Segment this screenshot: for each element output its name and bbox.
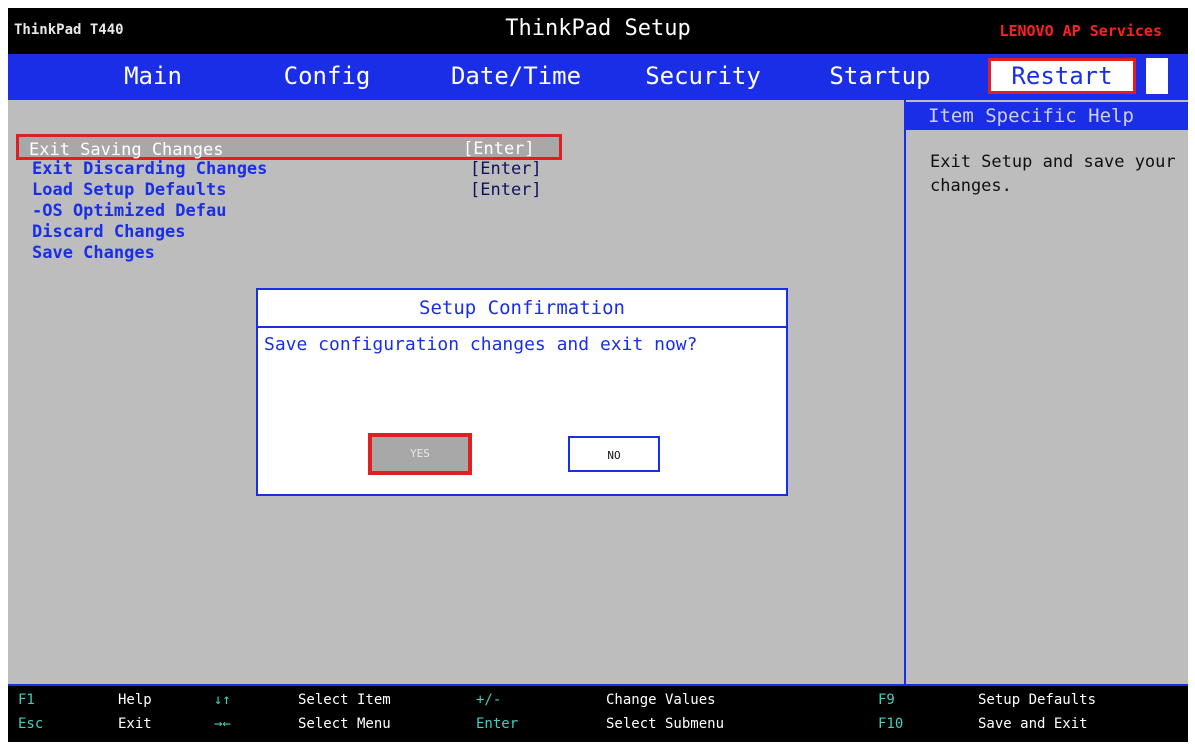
key-esc-desc: Exit	[118, 716, 152, 732]
menu-item-os-optimized-defaults[interactable]: -OS Optimized Defau	[32, 200, 562, 222]
tab-restart[interactable]: Restart	[988, 58, 1136, 94]
menu-item-label: -OS Optimized Defau	[32, 201, 227, 221]
bios-window: ThinkPad T440 ThinkPad Setup LENOVO AP S…	[8, 8, 1188, 742]
menu-item-label: Exit Saving Changes	[29, 140, 224, 160]
main-panel: Exit Saving Changes [Enter] Exit Discard…	[8, 100, 904, 684]
menu-bar: Main Config Date/Time Security Startup R…	[8, 54, 1188, 100]
tab-startup[interactable]: Startup	[820, 58, 940, 94]
menu-item-label: Load Setup Defaults	[32, 180, 227, 200]
menu-item-value: [Enter]	[470, 159, 542, 179]
key-f9-desc: Setup Defaults	[978, 692, 1097, 708]
key-left-right: →←	[214, 716, 231, 732]
tab-date-time[interactable]: Date/Time	[436, 58, 596, 94]
help-text: Exit Setup and save your changes.	[930, 152, 1176, 196]
menu-bar-spacer	[1146, 58, 1168, 94]
menu-item-value: [Enter]	[470, 180, 542, 200]
key-f1: F1	[18, 692, 35, 708]
menu-item-label: Exit Discarding Changes	[32, 159, 268, 179]
key-legend: F1 Help ↓↑ Select Item +/- Change Values…	[8, 684, 1188, 742]
dialog-title: Setup Confirmation	[258, 290, 786, 328]
menu-item-exit-saving-changes[interactable]: Exit Saving Changes [Enter]	[16, 134, 562, 160]
tab-main[interactable]: Main	[108, 58, 198, 94]
key-enter: Enter	[476, 716, 519, 732]
item-help-panel: Item Specific Help Exit Setup and save y…	[904, 100, 1188, 684]
key-up-down: ↓↑	[214, 692, 231, 708]
menu-item-load-setup-defaults[interactable]: Load Setup Defaults [Enter]	[32, 179, 562, 201]
tab-config[interactable]: Config	[272, 58, 382, 94]
key-left-right-desc: Select Menu	[298, 716, 391, 732]
key-plus-minus: +/-	[476, 692, 502, 708]
tab-security[interactable]: Security	[628, 58, 778, 94]
setup-confirmation-dialog: Setup Confirmation Save configuration ch…	[256, 288, 788, 496]
help-header: Item Specific Help	[906, 102, 1188, 130]
title-bar: ThinkPad T440 ThinkPad Setup LENOVO AP S…	[8, 8, 1188, 54]
key-up-down-desc: Select Item	[298, 692, 391, 708]
dialog-message: Save configuration changes and exit now?	[264, 334, 698, 355]
key-f9: F9	[878, 692, 895, 708]
key-enter-desc: Select Submenu	[606, 716, 725, 732]
menu-item-label: Discard Changes	[32, 222, 186, 242]
menu-item-exit-discarding-changes[interactable]: Exit Discarding Changes [Enter]	[32, 158, 562, 180]
key-f10-desc: Save and Exit	[978, 716, 1088, 732]
no-button[interactable]: NO	[568, 436, 660, 472]
key-esc: Esc	[18, 716, 44, 732]
key-plus-minus-desc: Change Values	[606, 692, 716, 708]
menu-item-discard-changes[interactable]: Discard Changes	[32, 221, 562, 243]
key-f1-desc: Help	[118, 692, 152, 708]
menu-item-save-changes[interactable]: Save Changes	[32, 242, 562, 264]
key-f10: F10	[878, 716, 904, 732]
menu-item-label: Save Changes	[32, 243, 155, 263]
yes-button[interactable]: YES	[368, 433, 472, 475]
vendor-label: LENOVO AP Services	[999, 22, 1162, 40]
